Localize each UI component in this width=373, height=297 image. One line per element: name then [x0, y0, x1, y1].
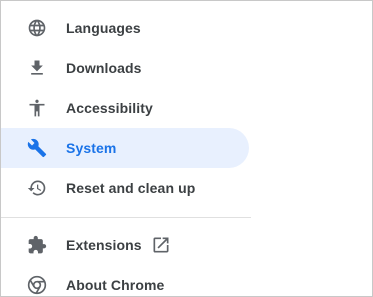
settings-window: Languages Downloads Accessibility System… — [0, 0, 373, 297]
globe-icon — [25, 16, 49, 40]
sidebar-item-languages[interactable]: Languages — [1, 8, 249, 48]
sidebar-item-label: System — [66, 140, 117, 156]
sidebar-item-label: About Chrome — [66, 277, 165, 293]
download-icon — [25, 56, 49, 80]
sidebar-item-reset-and-clean-up[interactable]: Reset and clean up — [1, 168, 249, 208]
wrench-icon — [25, 136, 49, 160]
sidebar-item-label: Downloads — [66, 60, 142, 76]
sidebar-item-extensions[interactable]: Extensions — [1, 225, 249, 265]
extension-puzzle-icon — [25, 233, 49, 257]
sidebar-divider — [1, 217, 251, 218]
accessibility-icon — [25, 96, 49, 120]
sidebar-item-label: Extensions — [66, 237, 142, 253]
sidebar-item-label: Reset and clean up — [66, 180, 196, 196]
sidebar-item-system[interactable]: System — [1, 128, 249, 168]
sidebar-item-about-chrome[interactable]: About Chrome — [1, 265, 249, 296]
restore-icon — [25, 176, 49, 200]
chrome-logo-icon — [25, 273, 49, 296]
sidebar-item-label: Accessibility — [66, 100, 153, 116]
sidebar-item-downloads[interactable]: Downloads — [1, 48, 249, 88]
sidebar-item-label: Languages — [66, 20, 141, 36]
open-in-new-icon[interactable] — [151, 235, 171, 255]
sidebar-item-accessibility[interactable]: Accessibility — [1, 88, 249, 128]
